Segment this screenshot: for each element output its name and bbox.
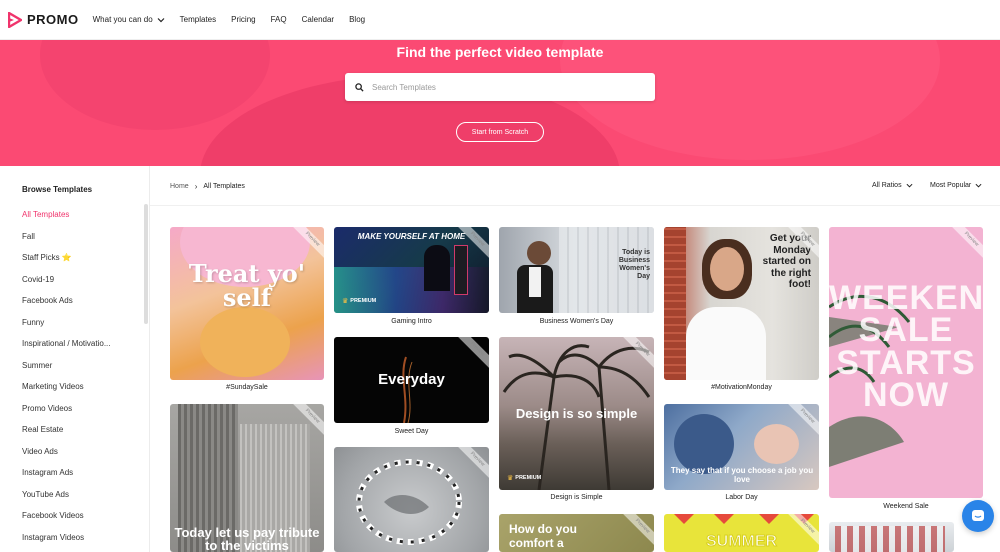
template-caption[interactable]: Business Women's Day bbox=[499, 318, 654, 325]
template-caption[interactable]: Weekend Sale bbox=[829, 503, 983, 510]
breadcrumb: Home › All Templates bbox=[170, 182, 245, 191]
search-input[interactable] bbox=[372, 82, 632, 92]
sidebar-item-youtube-ads[interactable]: YouTube Ads bbox=[22, 490, 69, 499]
template-overlay-text: WEEKEND SALE STARTS NOW bbox=[829, 279, 983, 414]
template-card-tribute[interactable]: Today let us pay tribute to the victims … bbox=[170, 404, 324, 552]
template-caption[interactable]: Gaming Intro bbox=[334, 318, 489, 325]
chevron-down-icon bbox=[975, 183, 982, 188]
template-caption[interactable]: Labor Day bbox=[664, 494, 819, 501]
nav-label: FAQ bbox=[270, 15, 287, 24]
premium-badge: ♛ PREMIUM bbox=[507, 474, 541, 482]
crown-icon: ♛ bbox=[342, 298, 349, 305]
sidebar-item-video-ads[interactable]: Video Ads bbox=[22, 447, 58, 456]
sidebar-item-covid-19[interactable]: Covid-19 bbox=[22, 275, 54, 284]
template-overlay-text: They say that if you choose a job you lo… bbox=[670, 466, 814, 485]
nav-faq[interactable]: FAQ bbox=[271, 15, 287, 24]
template-card-comfort[interactable]: How do you comfort a Preview bbox=[499, 514, 654, 552]
nav-label: Templates bbox=[179, 15, 217, 24]
nav-templates[interactable]: Templates bbox=[180, 15, 216, 24]
promo-logo-icon bbox=[8, 11, 22, 28]
template-card-storefront[interactable] bbox=[829, 522, 954, 552]
divider bbox=[150, 205, 1000, 206]
template-overlay-text: Treat yo' self bbox=[188, 259, 306, 312]
chevron-right-icon: › bbox=[194, 182, 198, 191]
template-overlay-text: Everyday bbox=[378, 371, 445, 388]
premium-badge: ♛ PREMIUM bbox=[342, 297, 376, 305]
template-card-meeting[interactable]: Preview bbox=[334, 447, 489, 552]
premium-label: PREMIUM bbox=[515, 475, 542, 481]
chevron-down-icon bbox=[906, 183, 913, 188]
sidebar-item-staff-picks[interactable]: Staff Picks ⭐ bbox=[22, 253, 72, 262]
chat-support-button[interactable] bbox=[962, 500, 994, 532]
nav-label: Blog bbox=[349, 15, 366, 24]
ratio-filter-label: All Ratios bbox=[872, 182, 902, 189]
logo[interactable]: PROMO bbox=[8, 11, 79, 28]
chevron-down-icon bbox=[157, 17, 165, 22]
sidebar-item-summer[interactable]: Summer bbox=[22, 361, 52, 370]
sidebar-scrollbar[interactable] bbox=[144, 204, 148, 324]
preview-ribbon: Preview bbox=[620, 514, 654, 549]
sort-order-label: Most Popular bbox=[930, 182, 972, 189]
template-overlay-text: SUMMER bbox=[705, 533, 778, 550]
crown-icon: ♛ bbox=[507, 475, 514, 482]
search-icon bbox=[355, 82, 364, 92]
sidebar-item-real-estate[interactable]: Real Estate bbox=[22, 425, 63, 434]
nav-blog[interactable]: Blog bbox=[349, 15, 365, 24]
nav-pricing[interactable]: Pricing bbox=[231, 15, 255, 24]
template-overlay-text: Today let us pay tribute to the victims bbox=[174, 525, 320, 552]
hero-title: Find the perfect video template bbox=[396, 44, 604, 60]
template-caption[interactable]: #SundaySale bbox=[170, 384, 324, 391]
sidebar-item-marketing-videos[interactable]: Marketing Videos bbox=[22, 382, 84, 391]
template-overlay-text: How do you comfort a bbox=[509, 522, 577, 550]
sidebar-item-inspirational[interactable]: Inspirational / Motivatio... bbox=[22, 339, 110, 348]
breadcrumb-home[interactable]: Home bbox=[170, 183, 189, 190]
sidebar-item-fall[interactable]: Fall bbox=[22, 232, 35, 241]
sidebar-item-all-templates[interactable]: All Templates bbox=[22, 210, 69, 219]
nav-calendar[interactable]: Calendar bbox=[302, 15, 334, 24]
logo-text: PROMO bbox=[27, 12, 79, 27]
sidebar-item-funny[interactable]: Funny bbox=[22, 318, 44, 327]
template-card-design-simple[interactable]: Design is so simple ♛ PREMIUM Preview bbox=[499, 337, 654, 490]
ratio-filter-dropdown[interactable]: All Ratios bbox=[872, 182, 913, 189]
sidebar-item-instagram-ads[interactable]: Instagram Ads bbox=[22, 468, 73, 477]
sidebar-item-instagram-videos[interactable]: Instagram Videos bbox=[22, 533, 84, 542]
top-nav: PROMO What you can do Templates Pricing … bbox=[0, 0, 1000, 40]
people-circle-graphic bbox=[356, 459, 462, 545]
nav-label: Pricing bbox=[231, 15, 256, 24]
template-card-sundaysale[interactable]: Treat yo' self Preview bbox=[170, 227, 324, 380]
template-card-summer[interactable]: SUMMER Preview bbox=[664, 514, 819, 552]
sidebar-item-facebook-ads[interactable]: Facebook Ads bbox=[22, 296, 73, 305]
template-card-business-women[interactable]: Today is Business Women's Day bbox=[499, 227, 654, 313]
nav-what-you-can-do[interactable]: What you can do bbox=[93, 15, 165, 24]
sidebar-item-facebook-videos[interactable]: Facebook Videos bbox=[22, 511, 84, 520]
sidebar: Browse Templates All Templates Fall Staf… bbox=[0, 166, 150, 552]
template-card-weekend-sale[interactable]: WEEKEND SALE STARTS NOW Preview bbox=[829, 227, 983, 498]
start-from-scratch-button[interactable]: Start from Scratch bbox=[456, 122, 544, 142]
nav-label: What you can do bbox=[92, 15, 153, 24]
breadcrumb-current: All Templates bbox=[203, 183, 245, 190]
template-caption[interactable]: Design is Simple bbox=[499, 494, 654, 501]
sidebar-title: Browse Templates bbox=[22, 185, 93, 194]
hero-banner: Find the perfect video template Start fr… bbox=[0, 40, 1000, 166]
template-card-sweet-day[interactable]: Everyday Preview bbox=[334, 337, 489, 423]
template-card-motivation-monday[interactable]: Get your Monday started on the right foo… bbox=[664, 227, 819, 380]
template-overlay-text: Today is Business Women's Day bbox=[618, 249, 650, 281]
premium-label: PREMIUM bbox=[350, 298, 377, 304]
template-overlay-text: Design is so simple bbox=[515, 406, 638, 421]
sort-order-dropdown[interactable]: Most Popular bbox=[930, 182, 982, 189]
nav-label: Calendar bbox=[301, 15, 335, 24]
template-caption[interactable]: Sweet Day bbox=[334, 428, 489, 435]
template-card-labor-day[interactable]: They say that if you choose a job you lo… bbox=[664, 404, 819, 490]
chat-icon bbox=[972, 510, 984, 521]
template-card-gaming-intro[interactable]: MAKE YOURSELF AT HOME ♛ PREMIUM Preview bbox=[334, 227, 489, 313]
template-caption[interactable]: #MotivationMonday bbox=[664, 384, 819, 391]
search-box[interactable] bbox=[345, 73, 655, 101]
sidebar-item-promo-videos[interactable]: Promo Videos bbox=[22, 404, 72, 413]
